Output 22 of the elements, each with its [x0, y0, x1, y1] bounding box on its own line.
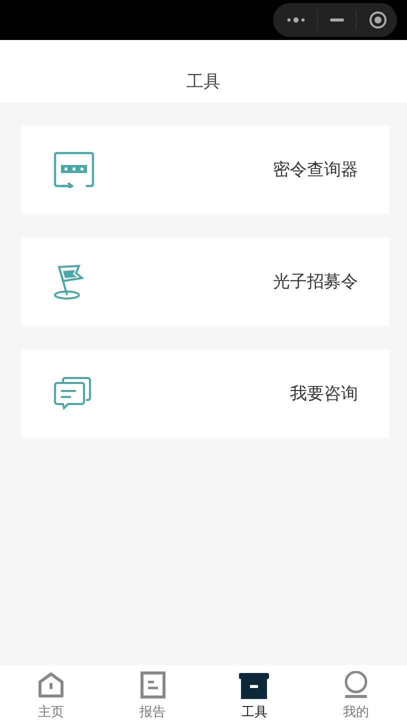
target-icon [369, 11, 387, 29]
tool-card[interactable]: 密令查询器 [21, 125, 390, 214]
box-icon [239, 673, 270, 699]
tab-item[interactable]: 主页 [0, 665, 102, 723]
home-icon [36, 671, 65, 699]
tab-item[interactable]: 我的 [305, 665, 407, 723]
page-title: 工具 [186, 71, 220, 93]
tool-label: 光子招募令 [273, 271, 358, 293]
tool-label: 我要咨询 [290, 383, 358, 405]
tab-item[interactable]: 工具 [204, 665, 306, 723]
document-icon [140, 671, 166, 699]
tool-card[interactable]: 我要咨询 [21, 349, 390, 438]
person-icon [343, 671, 370, 699]
tool-label: 密令查询器 [273, 159, 358, 181]
flag-icon [54, 264, 84, 300]
more-icon [287, 16, 305, 24]
password-icon [54, 152, 94, 188]
minimize-icon [330, 18, 344, 22]
chat-icon [54, 376, 92, 410]
tool-card[interactable]: 光子招募令 [21, 237, 390, 326]
capsule-menu[interactable] [273, 3, 397, 37]
tab-item[interactable]: 报告 [102, 665, 204, 723]
